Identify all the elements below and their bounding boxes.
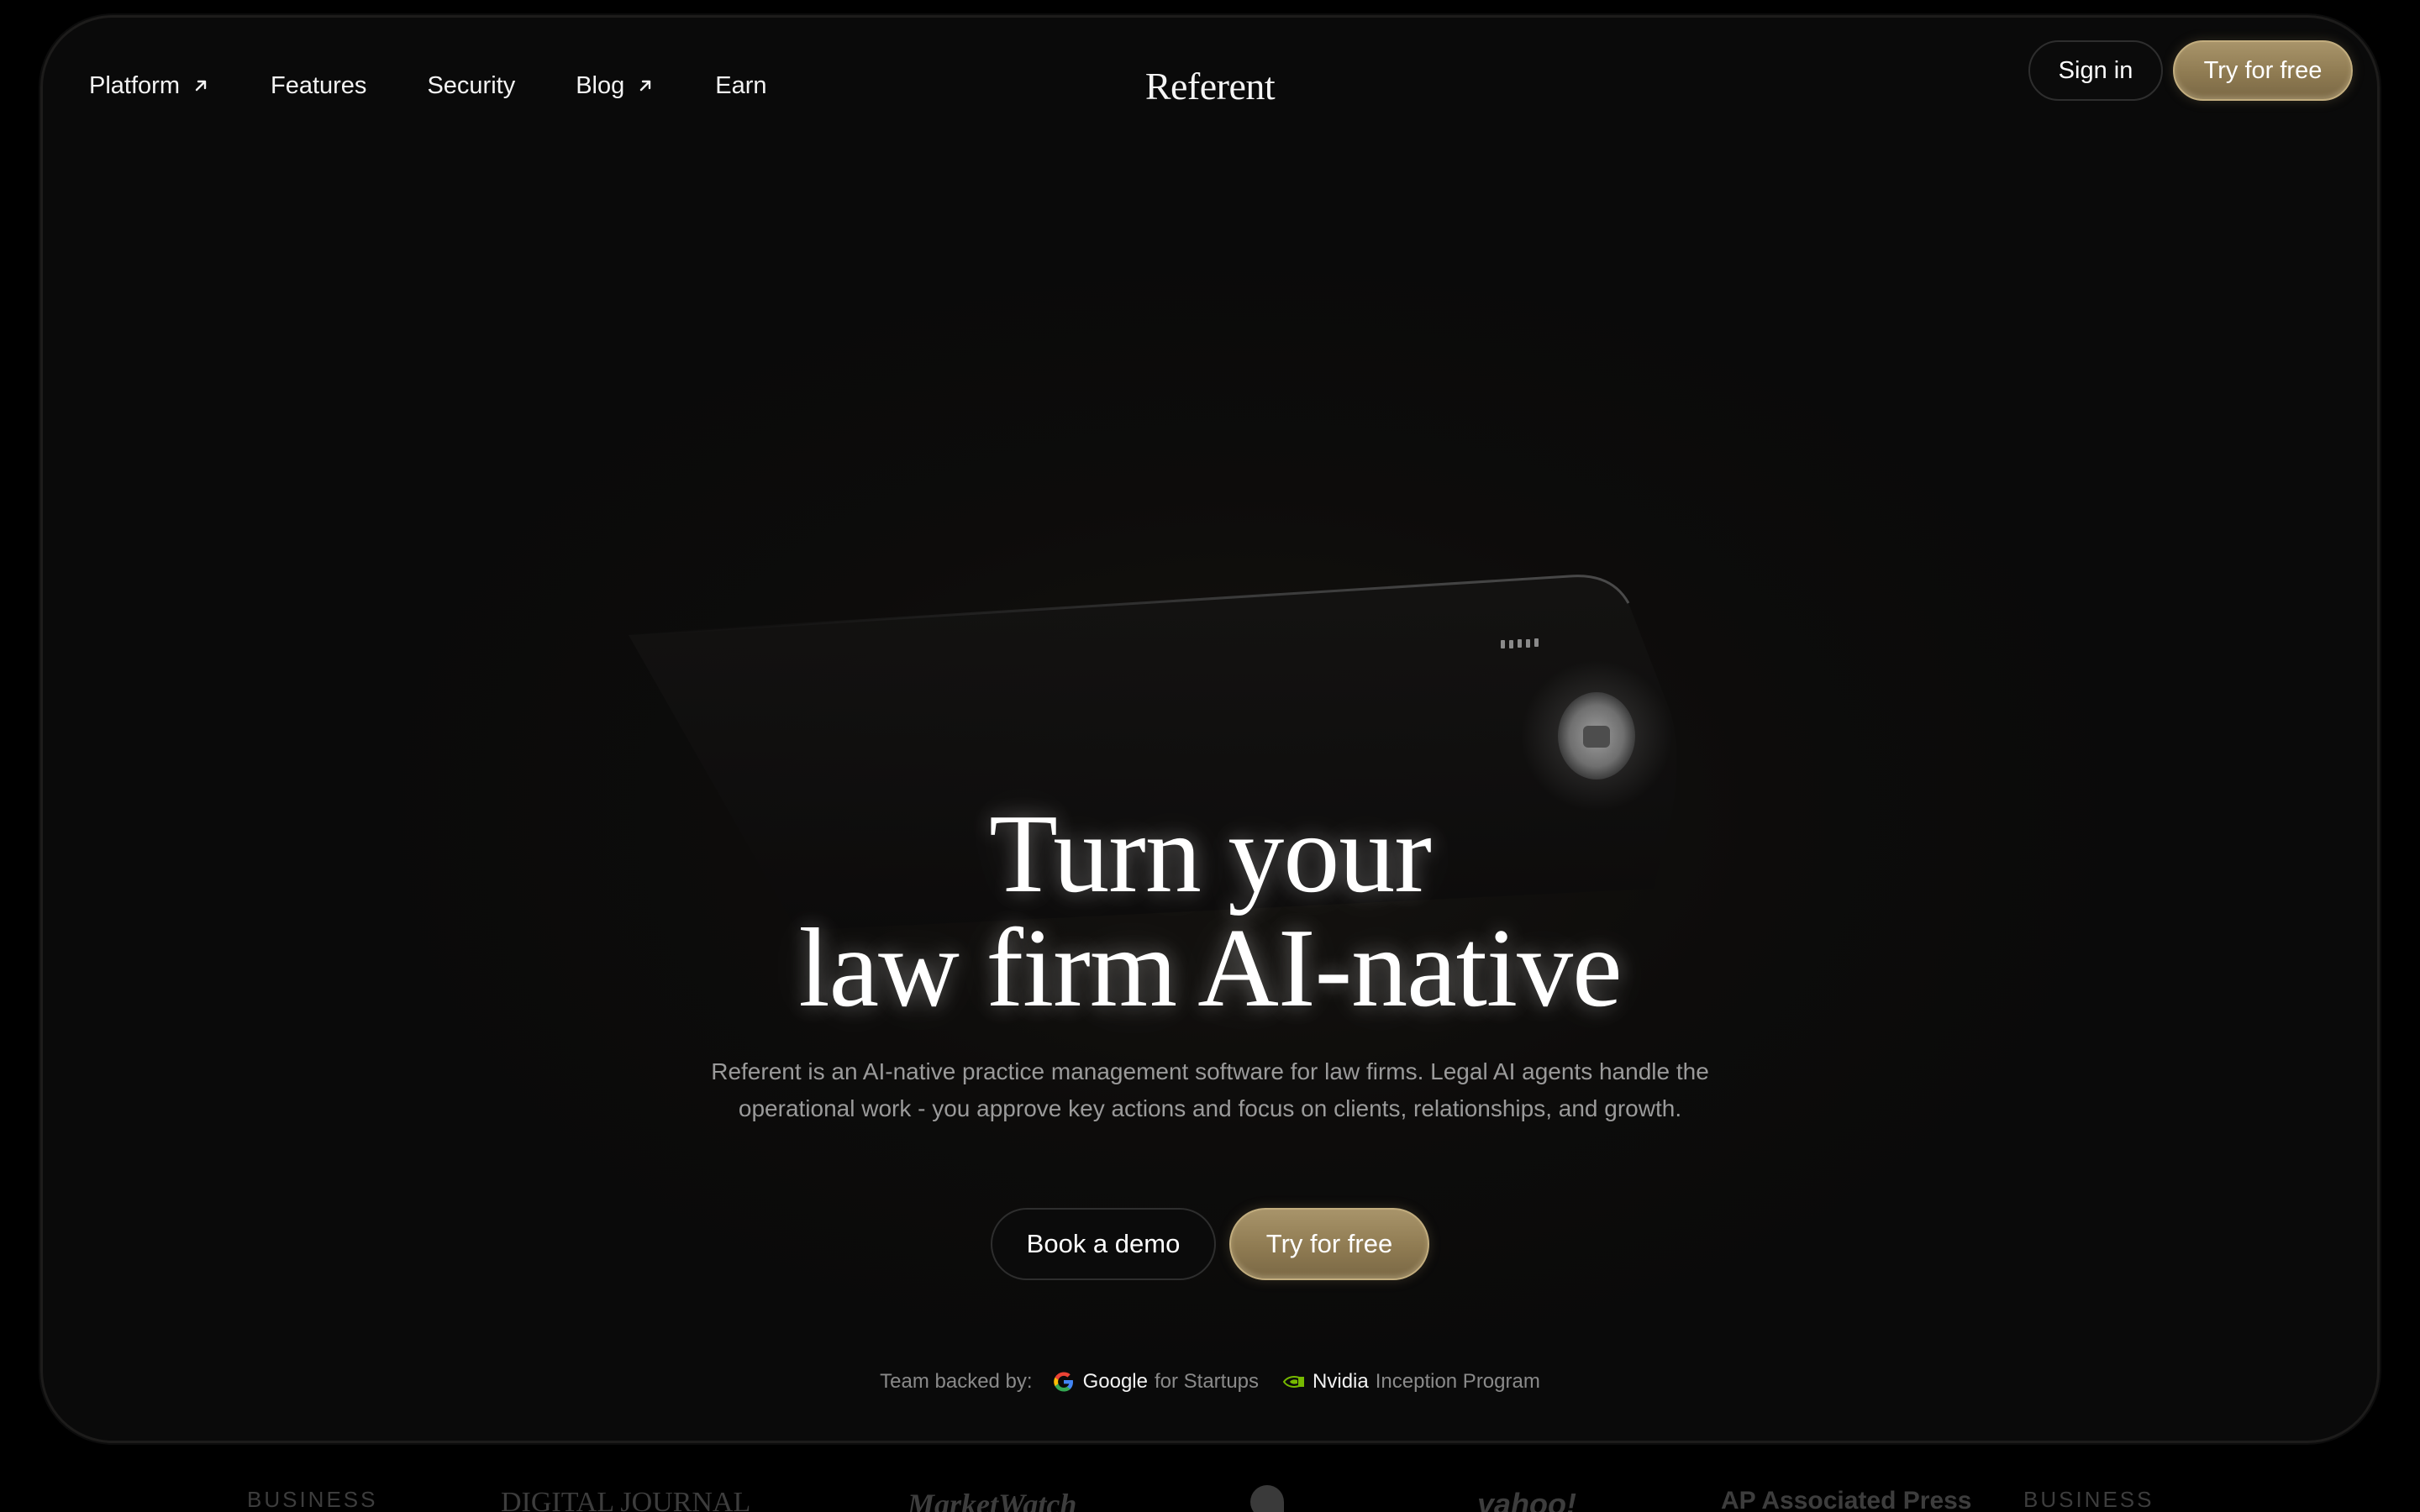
nav-try-for-free-button[interactable]: Try for free [2173,40,2353,101]
press-logo-ap: AP Associated Press [1721,1487,1972,1512]
press-logo-business-insider: BUSINESS [247,1487,378,1512]
google-suffix-label: for Startups [1154,1370,1260,1393]
nvidia-icon [1282,1376,1305,1388]
hero-try-for-free-button[interactable]: Try for free [1229,1208,1429,1280]
book-demo-button[interactable]: Book a demo [991,1208,1216,1280]
hero-cta-group: Book a demo Try for free [40,1208,2380,1280]
press-logo-digital-journal: DIGITAL JOURNAL [501,1487,751,1512]
hero-heading: Turn your law firm AI-native [40,796,2380,1025]
press-logo-abstract-mark [1250,1485,1284,1512]
backed-by-label: Team backed by: [880,1370,1033,1393]
backed-by-row: Team backed by: Google for Startups Nvid… [40,1369,2380,1394]
hero-heading-line-1: Turn your [989,791,1432,916]
sign-in-button[interactable]: Sign in [2028,40,2163,101]
press-logo-marketwatch: MarketWatch [908,1488,1077,1512]
hero-frame: Platform Features Security Blog Earn Ref… [40,15,2380,1443]
nvidia-brand-label: Nvidia [1313,1370,1369,1393]
google-icon [1053,1372,1073,1392]
google-brand-label: Google [1082,1370,1148,1393]
press-logo-yahoo: yahoo! [1477,1487,1577,1512]
hero-subtitle-line-1: Referent is an AI-native practice manage… [711,1058,1709,1084]
nav-actions: Sign in Try for free [2028,40,2353,101]
hero-subtitle: Referent is an AI-native practice manage… [706,1053,1714,1127]
nvidia-suffix-label: Inception Program [1375,1370,1540,1393]
press-logo-strip: BUSINESS DIGITAL JOURNAL MarketWatch yah… [0,1478,2420,1512]
hero-heading-line-2: law firm AI-native [798,906,1622,1030]
press-logo-business-insider-repeat: BUSINESS [2023,1487,2154,1512]
hero-subtitle-line-2: operational work - you approve key actio… [738,1095,1682,1121]
